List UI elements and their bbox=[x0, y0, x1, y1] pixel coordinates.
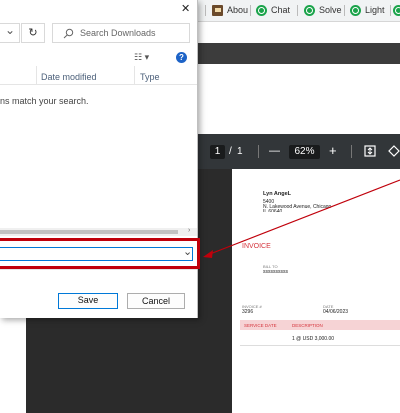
fit-page-icon[interactable] bbox=[364, 145, 376, 157]
toolbar-divider bbox=[351, 145, 352, 158]
tab-about[interactable]: Abou bbox=[212, 2, 248, 18]
description-header: DESCRIPTION bbox=[292, 322, 323, 328]
cancel-button[interactable]: Cancel bbox=[127, 293, 185, 309]
chatgpt-icon bbox=[304, 4, 315, 16]
chatgpt-icon bbox=[393, 4, 400, 16]
help-icon[interactable]: ? bbox=[176, 52, 187, 63]
scrollbar-thumb[interactable] bbox=[0, 230, 178, 234]
save-as-type-row[interactable] bbox=[0, 269, 197, 277]
image-favicon-icon bbox=[212, 4, 223, 16]
column-header-row: Date modified Type bbox=[0, 66, 197, 85]
chevron-down-icon[interactable]: ⌄ bbox=[5, 23, 15, 37]
pdf-page: Lyn AngeL 5400 N. Lakewood Avenue, Chica… bbox=[232, 169, 400, 413]
browser-toolbar bbox=[198, 43, 400, 64]
column-divider bbox=[134, 66, 135, 84]
tab-divider bbox=[344, 5, 345, 16]
sender-name: Lyn AngeL bbox=[263, 191, 292, 197]
line-item: 1 @ USD 3,000.00 bbox=[292, 336, 335, 342]
tab-divider bbox=[297, 5, 298, 16]
page-separator: / bbox=[229, 146, 232, 157]
search-input[interactable]: Search Downloads bbox=[52, 23, 190, 43]
browser-tab-strip: Abou Chat Solve Light bbox=[198, 0, 400, 22]
empty-results-message: ns match your search. bbox=[0, 96, 89, 106]
chevron-down-icon[interactable]: ⌄ bbox=[183, 245, 192, 258]
rotate-icon[interactable] bbox=[388, 144, 400, 158]
tab-solve[interactable]: Solve bbox=[304, 2, 342, 18]
close-icon[interactable]: ✕ bbox=[181, 2, 190, 15]
invoice-title: INVOICE bbox=[242, 243, 271, 250]
search-icon bbox=[63, 28, 74, 39]
horizontal-scrollbar[interactable]: › bbox=[0, 227, 197, 236]
zoom-out-button[interactable]: — bbox=[269, 145, 280, 157]
address-bar[interactable]: ⌄ bbox=[0, 23, 20, 43]
search-placeholder: Search Downloads bbox=[80, 28, 156, 38]
tab-divider bbox=[205, 5, 206, 16]
column-date-modified[interactable]: Date modified bbox=[41, 72, 97, 82]
page-number-input[interactable]: 1 bbox=[210, 145, 225, 159]
row-divider bbox=[240, 345, 400, 346]
tab-label: Solve bbox=[319, 5, 342, 15]
toolbar-divider bbox=[258, 145, 259, 158]
zoom-level[interactable]: 62% bbox=[289, 145, 320, 159]
tab-light[interactable]: Light bbox=[350, 2, 385, 18]
tab-label: Chat bbox=[271, 5, 291, 15]
address-line: IL 60640 bbox=[263, 209, 283, 212]
filename-input[interactable]: ⌄ bbox=[0, 245, 193, 261]
service-date-header: SERVICE DATE bbox=[244, 322, 277, 328]
invoice-number: 3296 bbox=[242, 309, 254, 315]
tab-label: Light bbox=[365, 5, 385, 15]
refresh-icon[interactable]: ↻ bbox=[21, 23, 45, 43]
bill-to-value: ssssssssss bbox=[263, 269, 288, 275]
pdf-toolbar: 1 / 1 — 62% + bbox=[198, 134, 400, 169]
tab-divider bbox=[250, 5, 251, 16]
save-button[interactable]: Save bbox=[58, 293, 118, 309]
chatgpt-icon bbox=[256, 4, 267, 16]
save-as-dialog: ✕ ⌄ ↻ Search Downloads ☷ ▾ ? Date modifi… bbox=[0, 0, 200, 318]
column-divider bbox=[36, 66, 37, 84]
tab-divider bbox=[390, 5, 391, 16]
zoom-in-button[interactable]: + bbox=[329, 143, 337, 158]
tab-label: Abou bbox=[227, 5, 249, 15]
column-type[interactable]: Type bbox=[140, 72, 160, 82]
scroll-right-icon[interactable]: › bbox=[188, 227, 190, 234]
tab-overflow[interactable] bbox=[393, 2, 400, 18]
tab-chat[interactable]: Chat bbox=[256, 2, 290, 18]
page-total: 1 bbox=[237, 146, 243, 157]
invoice-date: 04/06/2023 bbox=[323, 309, 349, 315]
chatgpt-icon bbox=[350, 4, 361, 16]
view-options-icon[interactable]: ☷ ▾ bbox=[134, 52, 149, 63]
